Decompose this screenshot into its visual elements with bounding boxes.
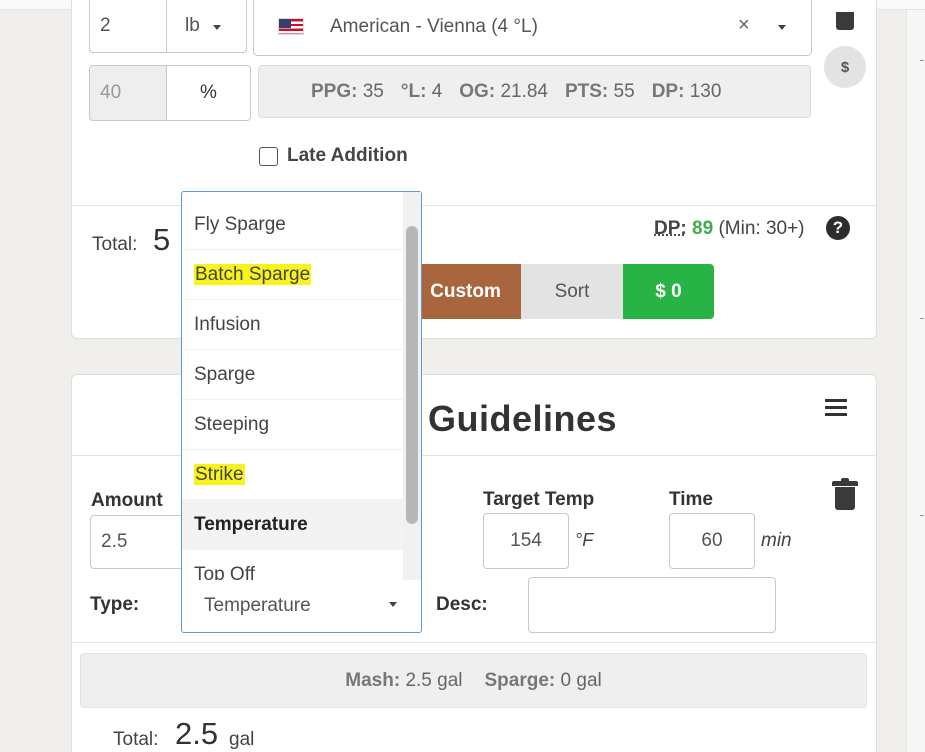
us-flag-icon <box>278 18 304 35</box>
help-icon[interactable]: ? <box>826 216 850 240</box>
ppg-label: PPG: <box>311 80 358 102</box>
dp-label: DP: <box>654 218 687 239</box>
desc-input[interactable] <box>528 577 776 633</box>
dropdown-scrollbar[interactable] <box>403 192 421 580</box>
late-addition-label: Late Addition <box>287 145 408 166</box>
clear-icon[interactable]: × <box>738 14 750 37</box>
grain-select[interactable]: American - Vienna (4 °L) × <box>253 0 812 56</box>
mash-amount-input[interactable]: 2.5 <box>90 515 185 569</box>
sort-label: Sort <box>554 280 590 302</box>
mash-summary-value: 2.5 gal <box>405 669 463 691</box>
right-scroll-rail[interactable] <box>906 10 925 752</box>
dp-stat-value: 130 <box>689 80 722 102</box>
unit-value: lb <box>185 15 200 36</box>
option-label: Infusion <box>194 314 261 335</box>
cost-circle-button[interactable]: $ <box>824 46 866 88</box>
percent-input[interactable]: 40 <box>89 65 167 121</box>
mash-total-label: Total: <box>113 729 159 750</box>
custom-label: Custom <box>430 280 501 302</box>
mash-total-unit: gal <box>229 729 255 750</box>
target-temp-label: Target Temp <box>483 489 595 510</box>
option-strike[interactable]: Strike <box>182 450 403 500</box>
og-label: OG: <box>459 80 496 102</box>
sparge-summary-label: Sparge: <box>484 669 556 691</box>
percent-value: 40 <box>100 82 122 103</box>
scrollbar-thumb[interactable] <box>406 226 418 524</box>
dp-stat-label: DP: <box>651 80 685 102</box>
amount-input[interactable]: 2 <box>89 0 167 53</box>
rail-tick <box>920 318 924 319</box>
mash-summary-label: Mash: <box>345 669 401 691</box>
mash-amount-value: 2.5 <box>101 531 128 552</box>
cost-label: $ 0 <box>655 280 682 302</box>
type-select[interactable]: Temperature <box>182 580 421 632</box>
pts-label: PTS: <box>564 80 609 102</box>
option-label: Top Off <box>194 564 255 580</box>
temp-unit: °F <box>575 530 594 550</box>
time-value: 60 <box>701 530 723 551</box>
trash-icon[interactable] <box>832 478 858 510</box>
dp-summary: DP: 89 (Min: 30+) <box>654 218 805 240</box>
option-sparge[interactable]: Sparge <box>182 350 403 400</box>
help-symbol: ? <box>832 218 844 237</box>
sparge-summary-value: 0 gal <box>560 669 602 691</box>
total-value: 5 <box>153 222 171 257</box>
option-label: Strike <box>194 464 245 485</box>
target-temp-input[interactable]: 154 <box>483 513 569 569</box>
option-top-off[interactable]: Top Off <box>182 550 403 580</box>
desc-label: Desc: <box>436 594 488 615</box>
cost-button[interactable]: $ 0 <box>623 264 714 319</box>
trash-icon[interactable] <box>834 8 856 30</box>
mash-title: Guidelines <box>428 398 618 439</box>
target-temp-value: 154 <box>510 530 542 551</box>
type-options-list[interactable]: Fly Sparge Batch Sparge Infusion Sparge … <box>182 192 403 580</box>
amount-label: Amount <box>91 490 163 511</box>
mash-total-value: 2.5 <box>175 716 219 751</box>
mash-summary: Mash: 2.5 gal Sparge: 0 gal <box>80 653 867 708</box>
option-label: Temperature <box>194 514 308 535</box>
dollar-icon: $ <box>840 58 850 76</box>
time-input[interactable]: 60 <box>669 513 755 569</box>
lovibond-label: °L: <box>400 80 427 102</box>
grain-stats: PPG: 35 °L: 4 OG: 21.84 PTS: 55 DP: 130 <box>258 65 811 118</box>
option-temperature[interactable]: Temperature <box>182 500 403 550</box>
lovibond-value: 4 <box>431 80 443 102</box>
menu-icon[interactable] <box>825 399 847 417</box>
divider <box>72 642 876 643</box>
chevron-down-icon <box>389 602 397 607</box>
grain-name: American - Vienna (4 °L) <box>330 16 538 37</box>
dp-value: 89 <box>692 218 714 239</box>
late-addition-checkbox[interactable] <box>259 147 278 166</box>
option-batch-sparge[interactable]: Batch Sparge <box>182 250 403 300</box>
percent-symbol: % <box>200 82 217 103</box>
amount-value: 2 <box>100 15 111 36</box>
chevron-down-icon <box>213 25 221 30</box>
option-steeping[interactable]: Steeping <box>182 400 403 450</box>
time-unit: min <box>761 530 792 551</box>
option-label: Batch Sparge <box>194 264 312 285</box>
type-dropdown[interactable]: Fly Sparge Batch Sparge Infusion Sparge … <box>181 191 422 633</box>
sort-button[interactable]: Sort <box>521 264 623 319</box>
rail-tick <box>920 60 924 61</box>
custom-button[interactable]: Custom <box>410 264 521 319</box>
chevron-down-icon <box>778 25 786 30</box>
percent-addon: % <box>166 65 251 121</box>
option-infusion[interactable]: Infusion <box>182 300 403 350</box>
og-value: 21.84 <box>500 80 548 102</box>
pts-value: 55 <box>613 80 635 102</box>
rail-tick <box>920 515 924 516</box>
type-selected-value: Temperature <box>204 595 311 616</box>
dp-min: (Min: 30+) <box>718 218 805 239</box>
time-label: Time <box>669 489 714 510</box>
option-label: Sparge <box>194 364 256 385</box>
option-fly-sparge[interactable]: Fly Sparge <box>182 192 403 250</box>
option-label: Fly Sparge <box>194 214 286 235</box>
ppg-value: 35 <box>362 80 384 102</box>
option-label: Steeping <box>194 414 270 435</box>
total-label: Total: <box>92 234 138 255</box>
type-label: Type: <box>90 594 140 615</box>
unit-select[interactable]: lb <box>166 0 247 53</box>
